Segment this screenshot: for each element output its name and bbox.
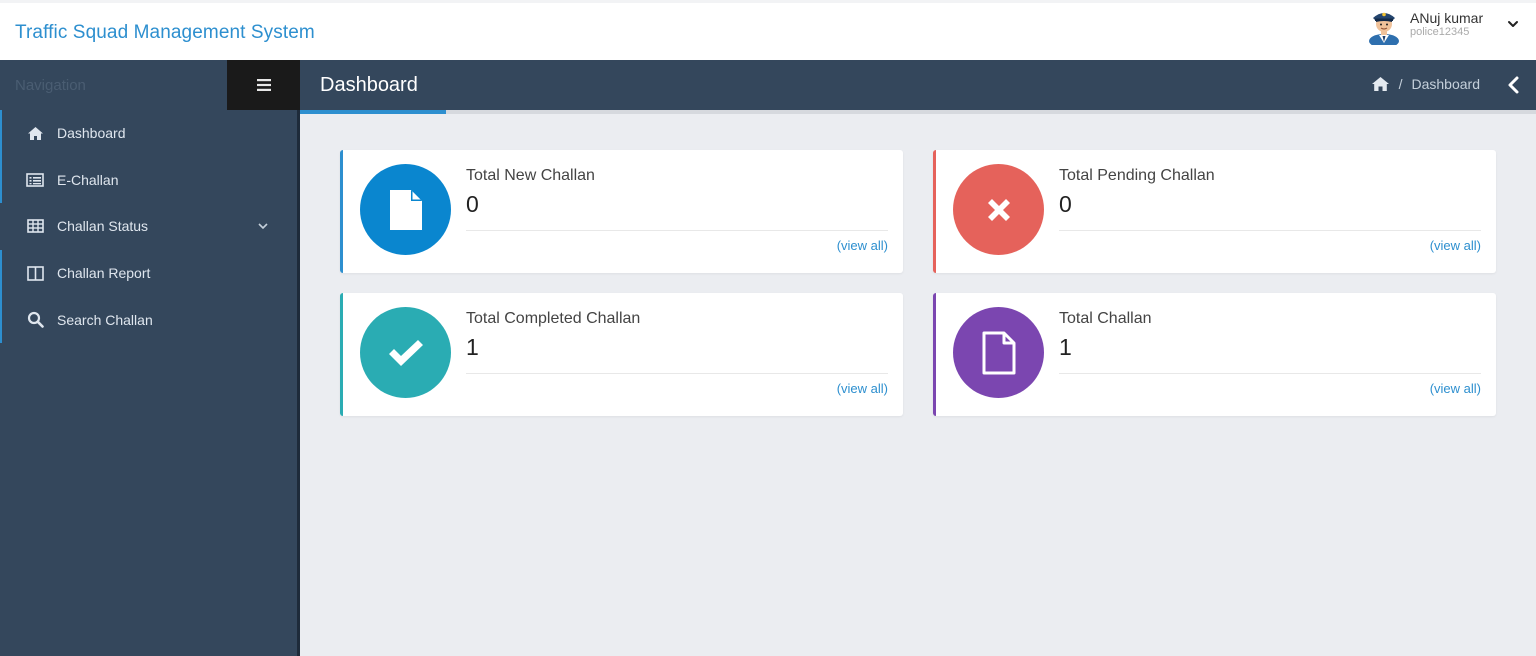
view-all-link[interactable]: (view all) — [1430, 238, 1481, 253]
home-icon — [26, 124, 44, 142]
stat-card-total-challan: Total Challan 1 (view all) — [933, 293, 1496, 416]
card-label: Total Completed Challan — [466, 310, 641, 327]
table-grid-icon — [26, 217, 44, 235]
close-icon — [987, 198, 1010, 221]
card-icon-circle — [360, 164, 451, 255]
user-name: ANuj kumar — [1410, 10, 1484, 26]
card-count: 0 — [466, 191, 479, 217]
sidebar-item-search-challan[interactable]: Search Challan — [0, 296, 297, 343]
user-menu[interactable]: ANuj kumar police12345 — [1346, 3, 1536, 60]
nav-label: Navigation — [15, 77, 86, 94]
sidebar-nav: Dashboard E-Challan Challan Status Chall… — [0, 110, 297, 343]
sidebar-item-challan-status[interactable]: Challan Status — [0, 203, 297, 250]
view-all-link[interactable]: (view all) — [837, 238, 888, 253]
sidebar-item-label: E-Challan — [57, 171, 119, 188]
breadcrumb: / Dashboard — [1371, 76, 1480, 92]
home-icon[interactable] — [1371, 76, 1390, 92]
card-count: 1 — [466, 334, 479, 360]
user-id: police12345 — [1410, 26, 1470, 38]
file-icon — [389, 189, 422, 230]
card-divider — [466, 230, 888, 231]
card-label: Total New Challan — [466, 167, 595, 184]
chevron-left-icon[interactable] — [1506, 75, 1522, 95]
page-title-underline — [300, 110, 446, 114]
page-title: Dashboard — [320, 74, 418, 96]
top-header: Traffic Squad Management System ANuj kum… — [0, 0, 1536, 60]
columns-icon — [26, 264, 44, 282]
sidebar-item-label: Dashboard — [57, 125, 126, 142]
search-icon — [26, 311, 44, 329]
card-divider — [1059, 230, 1481, 231]
sidebar-item-label: Challan Report — [57, 265, 151, 282]
card-count: 1 — [1059, 334, 1072, 360]
stat-card-new-challan: Total New Challan 0 (view all) — [340, 150, 903, 273]
breadcrumb-separator: / — [1398, 76, 1403, 92]
card-divider — [1059, 373, 1481, 374]
hamburger-icon — [256, 79, 271, 91]
chevron-down-icon — [258, 223, 268, 230]
sidebar: Navigation Dashboard E-Challan Challan S… — [0, 60, 300, 656]
sidebar-item-label: Challan Status — [57, 218, 149, 235]
page-header: Dashboard / Dashboard — [300, 60, 1536, 110]
chevron-down-icon[interactable] — [1506, 17, 1520, 31]
stat-card-completed-challan: Total Completed Challan 1 (view all) — [340, 293, 903, 416]
card-icon-circle — [953, 307, 1044, 398]
sidebar-item-challan-report[interactable]: Challan Report — [0, 249, 297, 297]
view-all-link[interactable]: (view all) — [1430, 381, 1481, 396]
sidebar-item-label: Search Challan — [57, 311, 153, 328]
police-officer-avatar-icon — [1369, 12, 1399, 45]
view-all-link[interactable]: (view all) — [837, 381, 888, 396]
sidebar-item-dashboard[interactable]: Dashboard — [0, 110, 297, 157]
card-icon-circle — [953, 164, 1044, 255]
card-label: Total Challan — [1059, 310, 1152, 327]
check-icon — [388, 339, 423, 366]
breadcrumb-current: Dashboard — [1411, 76, 1481, 92]
card-count: 0 — [1059, 191, 1072, 217]
card-icon-circle — [360, 307, 451, 398]
card-label: Total Pending Challan — [1059, 167, 1215, 184]
list-card-icon — [26, 171, 44, 189]
stat-card-pending-challan: Total Pending Challan 0 (view all) — [933, 150, 1496, 273]
sidebar-toggle-button[interactable] — [227, 60, 300, 110]
file-outline-icon — [982, 331, 1015, 374]
sidebar-item-e-challan[interactable]: E-Challan — [0, 156, 297, 204]
card-divider — [466, 373, 888, 374]
app-brand-title[interactable]: Traffic Squad Management System — [15, 22, 315, 44]
header-strip — [446, 110, 1536, 114]
